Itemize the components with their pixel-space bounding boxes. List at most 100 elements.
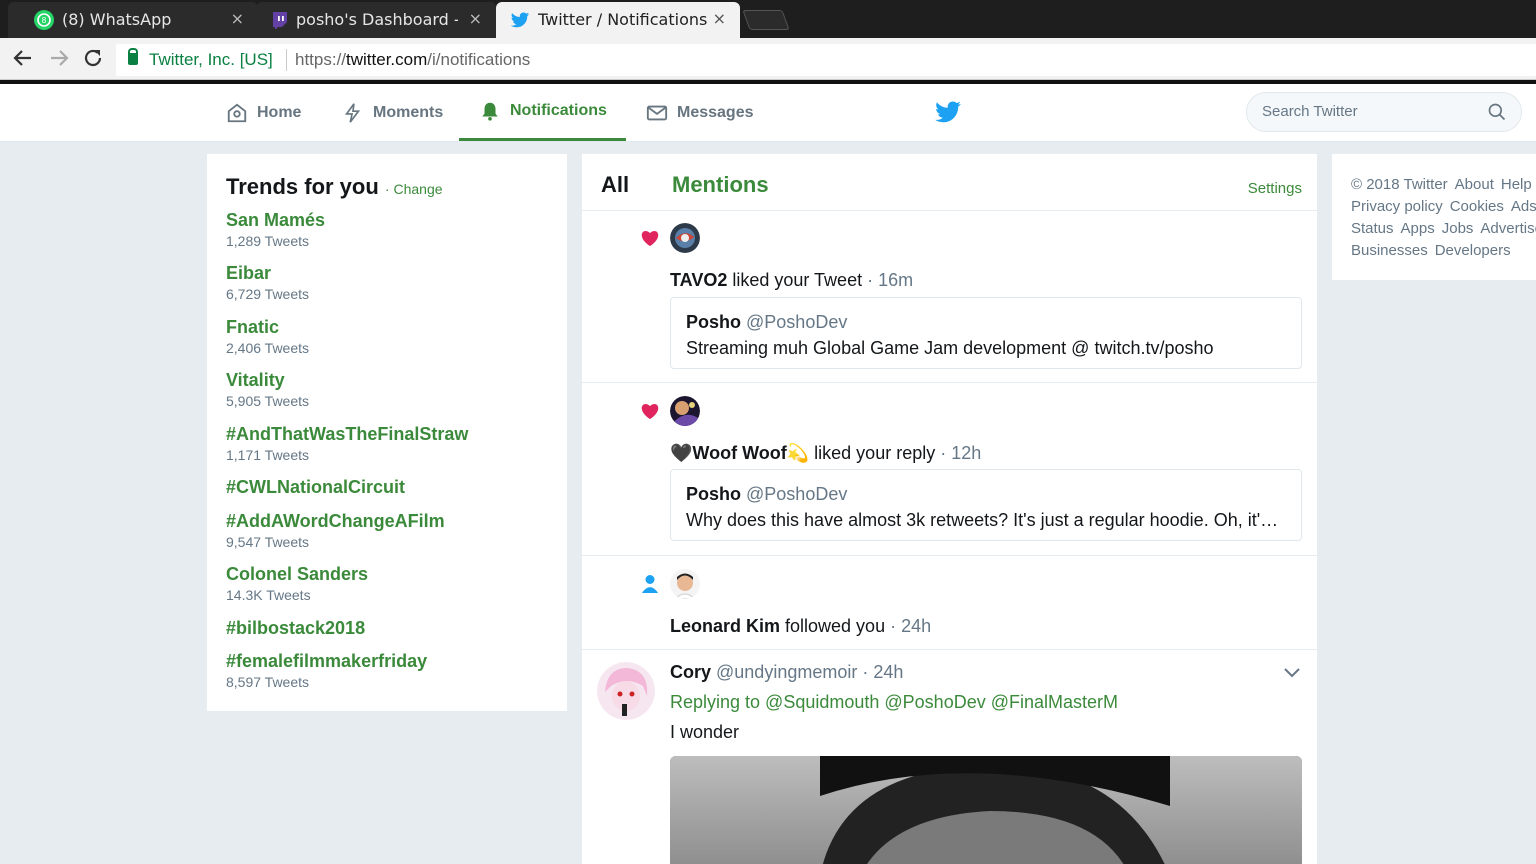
notification-item[interactable]: TAVO2 liked your Tweet · 16m Posho @Posh… [582, 211, 1317, 383]
quoted-tweet[interactable]: Posho @PoshoDev Streaming muh Global Gam… [670, 297, 1302, 369]
user-name[interactable]: Leonard Kim [670, 616, 780, 636]
tab-twitter[interactable]: Twitter / Notifications × [496, 2, 740, 39]
reload-icon [84, 49, 102, 67]
footer-link[interactable]: Advertise [1480, 218, 1536, 240]
back-button[interactable] [10, 46, 36, 72]
footer-link[interactable]: Jobs [1442, 218, 1474, 240]
tab-mentions[interactable]: Mentions [672, 172, 769, 198]
footer-link[interactable]: Ads [1511, 196, 1536, 218]
tweet-media-image[interactable] [670, 756, 1302, 864]
avatar[interactable] [670, 223, 700, 253]
trend-item[interactable]: Vitality 5,905 Tweets [226, 370, 309, 409]
trend-name[interactable]: Fnatic [226, 317, 309, 338]
trend-count: 1,171 Tweets [226, 447, 310, 463]
trend-item[interactable]: #CWLNationalCircuit [226, 477, 405, 498]
url-host: twitter.com [346, 50, 428, 69]
trend-item[interactable]: #femalefilmmakerfriday 8,597 Tweets [226, 651, 427, 690]
trend-count: 2,406 Tweets [226, 340, 310, 356]
trends-title: Trends for you · Change [226, 174, 443, 200]
tweet-author-name[interactable]: Cory [670, 662, 711, 682]
close-icon[interactable]: × [469, 9, 482, 28]
timestamp[interactable]: · 24h [857, 662, 903, 682]
footer-link[interactable]: Privacy policy [1351, 196, 1443, 218]
new-tab-button[interactable] [742, 10, 790, 30]
trend-count: 14.3K Tweets [226, 587, 311, 603]
twitter-bird-icon[interactable] [934, 100, 962, 124]
timestamp[interactable]: · 24h [885, 616, 931, 636]
close-icon[interactable]: × [231, 9, 244, 28]
footer-link[interactable]: Developers [1435, 240, 1511, 262]
nav-messages[interactable]: Messages [646, 84, 754, 141]
tab-whatsapp[interactable]: 8 (8) WhatsApp × [8, 2, 258, 38]
quoted-name: Posho [686, 484, 742, 504]
bell-icon [482, 102, 498, 121]
trend-name[interactable]: #femalefilmmakerfriday [226, 651, 427, 672]
change-trends-link[interactable]: · Change [385, 181, 443, 197]
tab-all[interactable]: All [601, 172, 629, 198]
site-identity[interactable]: Twitter, Inc. [US] [149, 50, 273, 70]
tweet[interactable]: Cory @undyingmemoir · 24h Replying to @S… [582, 650, 1317, 864]
avatar[interactable] [597, 662, 655, 720]
url-text[interactable]: https://twitter.com/i/notifications [295, 50, 530, 70]
trend-name[interactable]: Vitality [226, 370, 309, 391]
settings-link[interactable]: Settings [1248, 180, 1302, 197]
footer-link[interactable]: Status [1351, 218, 1394, 240]
trend-item[interactable]: Eibar 6,729 Tweets [226, 263, 309, 302]
trend-item[interactable]: San Mamés 1,289 Tweets [226, 210, 325, 249]
trend-item[interactable]: #AndThatWasTheFinalStraw 1,171 Tweets [226, 424, 468, 463]
footer-module: © 2018 Twitter About Help Privacy policy Co… [1332, 154, 1536, 280]
trend-count: 9,547 Tweets [226, 534, 310, 550]
notification-text: 🖤Woof Woof💫 liked your reply · 12h [670, 443, 981, 464]
forward-button[interactable] [46, 46, 72, 72]
follow-person-icon [641, 575, 659, 593]
footer-link[interactable]: Businesses [1351, 240, 1428, 262]
reload-button[interactable] [80, 46, 106, 72]
close-icon[interactable]: × [713, 9, 726, 28]
browser-tab-bar: 8 (8) WhatsApp × posho's Dashboard - Twi… [0, 0, 1536, 39]
footer-link[interactable]: Cookies [1450, 196, 1504, 218]
trend-name[interactable]: San Mamés [226, 210, 325, 231]
trend-item[interactable]: #AddAWordChangeAFilm 9,547 Tweets [226, 511, 445, 550]
notifications-timeline: All Mentions Settings TAVO2 liked your T… [582, 154, 1317, 864]
avatar[interactable] [670, 396, 700, 426]
whatsapp-icon: 8 [34, 10, 54, 30]
trend-name[interactable]: #bilbostack2018 [226, 618, 365, 639]
trends-title-text: Trends for you [226, 174, 379, 199]
user-name[interactable]: 🖤Woof Woof💫 [670, 443, 809, 463]
trend-item[interactable]: Colonel Sanders 14.3K Tweets [226, 564, 368, 603]
trend-name[interactable]: #CWLNationalCircuit [226, 477, 405, 498]
user-emoji: 🖤 [670, 443, 693, 463]
tab-twitch[interactable]: posho's Dashboard - Twi × [256, 2, 496, 38]
nav-home-label: Home [257, 103, 302, 121]
notification-item[interactable]: 🖤Woof Woof💫 liked your reply · 12h Posho… [582, 383, 1317, 556]
search-icon[interactable] [1487, 102, 1507, 122]
quoted-text: Why does this have almost 3k retweets? I… [686, 510, 1286, 530]
trend-item[interactable]: Fnatic 2,406 Tweets [226, 317, 309, 356]
avatar[interactable] [670, 569, 700, 599]
quoted-tweet[interactable]: Posho @PoshoDev Why does this have almos… [670, 469, 1302, 541]
url-bar[interactable]: Twitter, Inc. [US] https://twitter.com/i… [116, 44, 1536, 76]
trend-name[interactable]: #AndThatWasTheFinalStraw [226, 424, 468, 445]
timestamp[interactable]: · 12h [935, 443, 981, 463]
nav-home[interactable]: Home [226, 84, 301, 141]
trend-name[interactable]: Colonel Sanders [226, 564, 368, 585]
trend-name[interactable]: Eibar [226, 263, 309, 284]
timestamp[interactable]: · 16m [862, 270, 913, 290]
nav-moments[interactable]: Moments [342, 84, 443, 141]
notification-text: Leonard Kim followed you · 24h [670, 616, 931, 637]
tweet-author-handle[interactable]: @undyingmemoir [711, 662, 857, 682]
chevron-down-icon[interactable] [1283, 666, 1301, 678]
replying-to[interactable]: Replying to @Squidmouth @PoshoDev @Final… [670, 692, 1118, 713]
footer-link[interactable]: Help [1501, 174, 1532, 196]
trend-name[interactable]: #AddAWordChangeAFilm [226, 511, 445, 532]
action-text: liked your Tweet [727, 270, 863, 290]
nav-notifications[interactable]: Notifications [459, 84, 626, 141]
user-name[interactable]: TAVO2 [670, 270, 727, 290]
footer-link[interactable]: Apps [1401, 218, 1435, 240]
action-text: liked your reply [809, 443, 936, 463]
trend-item[interactable]: #bilbostack2018 [226, 618, 365, 639]
notification-item[interactable]: Leonard Kim followed you · 24h [582, 556, 1317, 650]
footer-link[interactable]: About [1455, 174, 1494, 196]
search-input[interactable] [1262, 103, 1472, 120]
trend-count: 6,729 Tweets [226, 286, 310, 302]
